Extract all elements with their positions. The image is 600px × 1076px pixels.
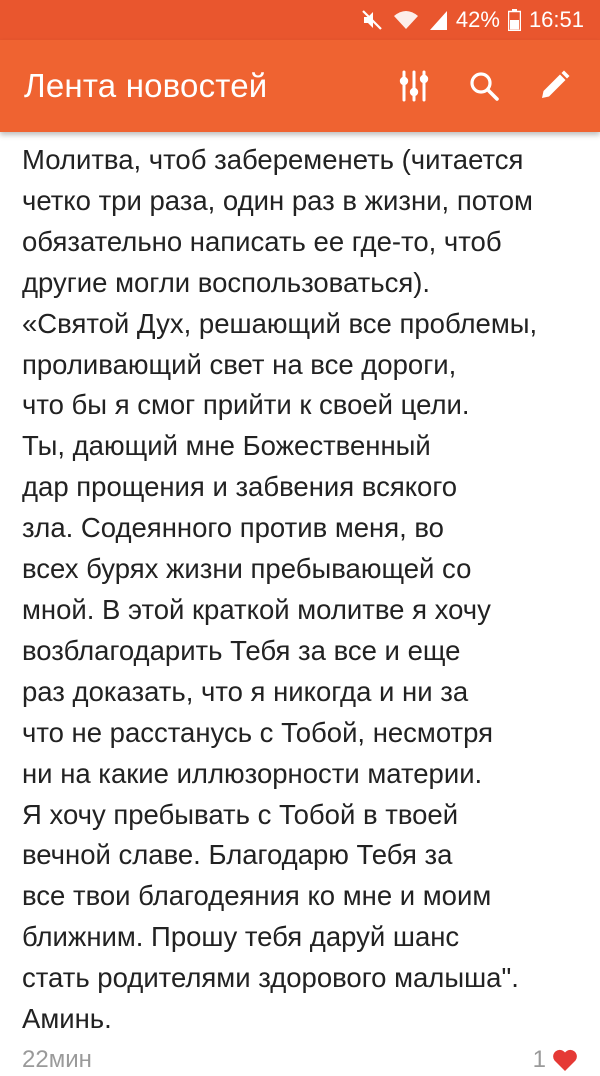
search-icon (470, 72, 499, 101)
post-text-line: ни на какие иллюзорности материи. (22, 757, 483, 789)
post-text-line: что не расстанусь с Тобой, несмотря (22, 716, 494, 748)
battery-percent: 42% (455, 7, 500, 32)
heart-icon (553, 1049, 577, 1071)
post-text-line: зла. Содеянного против меня, во (22, 512, 444, 544)
post-text-line: стать родителями здорового малыша". (22, 962, 519, 994)
mute-icon (360, 8, 384, 32)
status-bar: 42% 16:51 (0, 0, 600, 40)
post-text-line: вечной славе. Благодарю Тебя за (22, 839, 453, 871)
post-text-line: четко три раза, один раз в жизни, потом (22, 184, 533, 216)
like-count: 1 (532, 1046, 546, 1073)
post-text-line: ближним. Прошу тебя даруй шанс (22, 921, 460, 953)
wifi-icon (392, 8, 420, 32)
post-text-line: Ты, дающий мне Божественный (22, 430, 431, 462)
search-button[interactable] (456, 58, 512, 114)
app-bar: Лента новостей (0, 40, 600, 132)
post-text-line: обязательно написать ее где-то, чтоб (22, 225, 502, 257)
app-title: Лента новостей (24, 67, 268, 104)
post-text-line: возблагодарить Тебя за все и еще (22, 634, 461, 666)
filter-button[interactable] (386, 58, 442, 114)
post-text-line: что бы я смог прийти к своей цели. (22, 389, 470, 421)
post-time: 22мин (22, 1046, 92, 1073)
post-text: Молитва, чтоб забеременеть (читается четк… (22, 140, 588, 1040)
post-footer: 22мин 1 (22, 1046, 578, 1076)
post-text-line: все твои благодеяния ко мне и моим (22, 880, 492, 912)
post-text-line: проливающий свет на все дороги, (22, 348, 457, 380)
app-actions (372, 58, 582, 114)
post-text-line: раз доказать, что я никогда и ни за (22, 675, 469, 707)
edit-icon (542, 70, 570, 98)
post-text-line: мной. В этой краткой молитве я хочу (22, 593, 491, 625)
post-text-line: всех бурях жизни пребывающей со (22, 553, 472, 585)
signal-icon (428, 9, 448, 31)
post-text-line: «Святой Дух, решающий все проблемы, (22, 307, 538, 339)
post-text-line: Молитва, чтоб забеременеть (читается (22, 144, 524, 175)
status-time: 16:51 (528, 7, 584, 32)
post-text-line: другие могли воспользоваться). (22, 266, 431, 298)
filter-icon (399, 70, 429, 102)
post-text-line: Аминь. (22, 1003, 112, 1035)
post-text-line: Я хочу пребывать с Тобой в твоей (22, 798, 459, 830)
edit-button[interactable] (526, 58, 582, 114)
like-button[interactable]: 1 (533, 1046, 578, 1074)
post-text-line: дар прощения и забвения всякого (22, 471, 458, 503)
battery-icon (507, 9, 521, 31)
